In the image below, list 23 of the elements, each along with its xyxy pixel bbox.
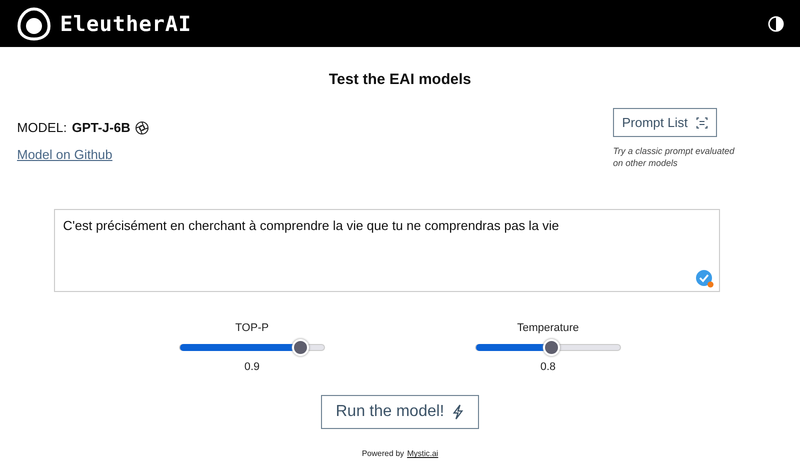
model-label: MODEL: (17, 120, 67, 135)
slider-label: Temperature (517, 322, 579, 334)
check-icon (695, 269, 714, 288)
footer-link[interactable]: Mystic.ai (407, 449, 438, 458)
lightning-icon (452, 404, 464, 420)
logo-icon (16, 6, 52, 42)
slider-label: TOP-P (235, 322, 269, 334)
prompt-field[interactable]: C'est précisément en cherchant à comprendre la vie que tu ne comprendras pas la vie (54, 209, 720, 292)
model-name: GPT-J-6B (72, 120, 130, 135)
contrast-icon[interactable] (768, 16, 784, 32)
page-title: Test the EAI models (328, 71, 472, 88)
brand-name: EleutherAI (60, 12, 192, 36)
run-button[interactable]: Run the model! (320, 395, 480, 430)
list-icon (696, 116, 708, 128)
slider-value: 0.8 (540, 361, 556, 374)
knot-icon (135, 120, 150, 134)
prompt-hint: Try a classic prompt evaluated on other models (613, 145, 736, 170)
github-link[interactable]: Model on Github (17, 147, 150, 162)
slider-value: 0.9 (244, 361, 260, 374)
prompt-list-button[interactable]: Prompt List (613, 108, 717, 137)
footer-text: Powered by (362, 449, 404, 458)
slider-thumb[interactable] (543, 339, 560, 356)
slider-thumb[interactable] (292, 339, 309, 356)
